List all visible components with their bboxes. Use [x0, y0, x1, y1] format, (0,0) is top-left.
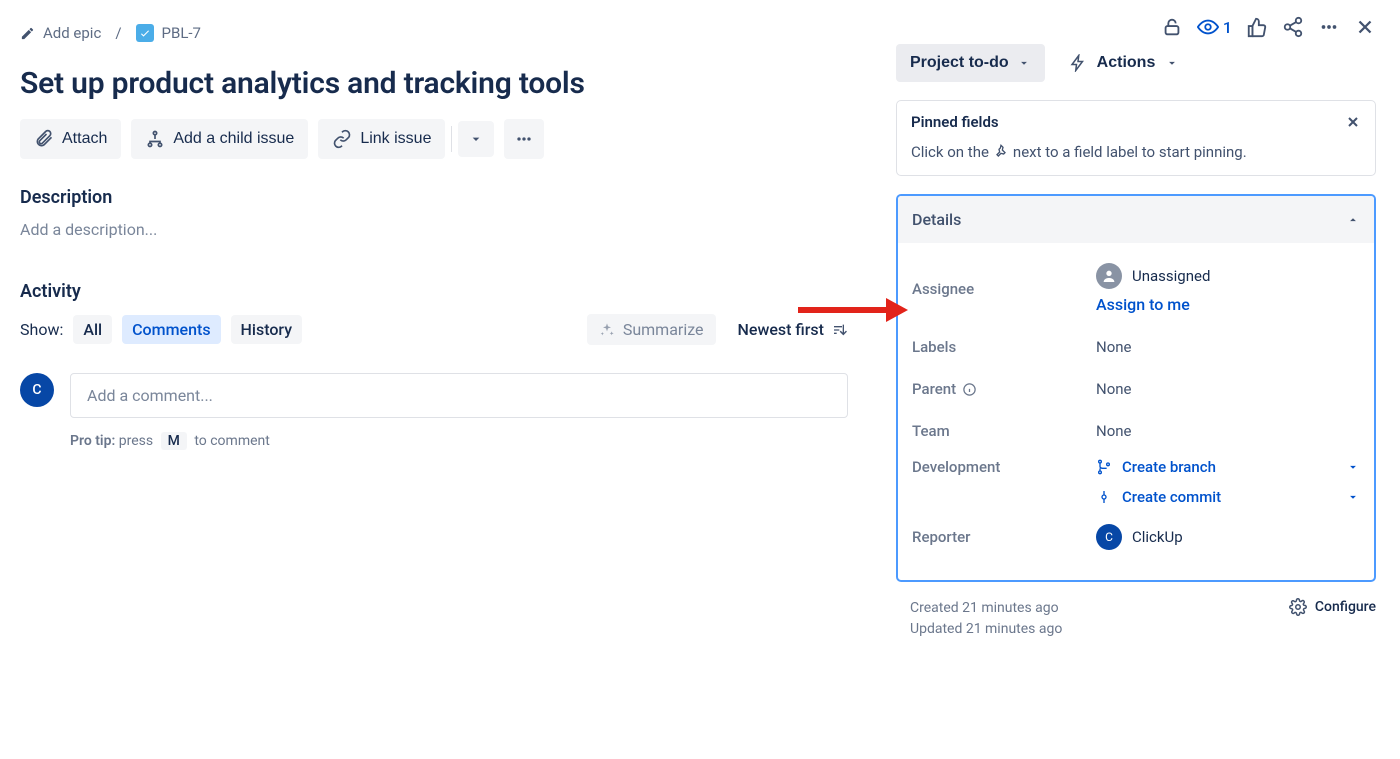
lightning-icon — [1069, 54, 1087, 72]
issue-title[interactable]: Set up product analytics and tracking to… — [20, 66, 848, 101]
chevron-down-icon — [1017, 56, 1031, 70]
link-issue-more-button[interactable] — [458, 121, 494, 157]
close-button[interactable] — [1354, 16, 1376, 38]
field-label-parent: Parent — [912, 380, 1096, 398]
info-icon — [962, 382, 977, 397]
add-epic-label: Add epic — [43, 24, 101, 42]
description-heading: Description — [20, 187, 848, 208]
child-issue-icon — [145, 129, 165, 149]
attach-button[interactable]: Attach — [20, 119, 121, 159]
field-label-team: Team — [912, 422, 1096, 440]
issue-key-label: PBL-7 — [162, 24, 201, 42]
commit-icon — [1096, 489, 1112, 505]
tab-history[interactable]: History — [231, 315, 303, 344]
breadcrumb-separator: / — [115, 24, 121, 42]
create-branch-more[interactable] — [1346, 460, 1360, 474]
gear-icon — [1289, 598, 1307, 616]
field-value-team[interactable]: None — [1096, 422, 1360, 440]
comment-protip: Pro tip: press M to comment — [70, 432, 848, 450]
description-input[interactable]: Add a description... — [20, 220, 848, 239]
pinned-fields-title: Pinned fields — [911, 113, 999, 131]
sort-toggle[interactable]: Newest first — [738, 320, 848, 339]
pinned-fields-close[interactable] — [1345, 114, 1361, 130]
activity-heading: Activity — [20, 281, 848, 302]
add-child-issue-button[interactable]: Add a child issue — [131, 119, 308, 159]
field-value-reporter[interactable]: C ClickUp — [1096, 524, 1360, 550]
kebab-icon — [514, 129, 534, 149]
link-icon — [332, 129, 352, 149]
field-label-assignee: Assignee — [912, 280, 1096, 298]
field-label-reporter: Reporter — [912, 528, 1096, 546]
configure-button[interactable]: Configure — [1289, 598, 1376, 616]
field-value-assignee[interactable]: Unassigned — [1096, 263, 1360, 289]
watch-count: 1 — [1223, 18, 1232, 37]
chevron-up-icon — [1346, 213, 1360, 227]
attachment-icon — [34, 129, 54, 149]
assign-to-me-link[interactable]: Assign to me — [1096, 295, 1360, 314]
link-issue-button[interactable]: Link issue — [318, 119, 445, 159]
create-branch-link[interactable]: Create branch — [1096, 458, 1216, 476]
issue-type-icon — [136, 24, 154, 42]
reporter-avatar: C — [1096, 524, 1122, 550]
updated-timestamp: Updated 21 minutes ago — [910, 619, 1062, 640]
chevron-down-icon — [468, 131, 484, 147]
unassigned-icon — [1096, 263, 1122, 289]
like-button[interactable] — [1246, 16, 1268, 38]
pencil-icon — [20, 26, 35, 41]
details-panel: Details Assignee Unassigned Assign to me — [896, 194, 1376, 582]
show-label: Show: — [20, 320, 63, 339]
status-dropdown[interactable]: Project to-do — [896, 44, 1045, 82]
more-button[interactable] — [1318, 16, 1340, 38]
actions-dropdown[interactable]: Actions — [1063, 53, 1186, 73]
create-commit-link[interactable]: Create commit — [1096, 488, 1221, 506]
toolbar-separator — [451, 126, 452, 152]
pin-icon — [993, 144, 1009, 160]
sort-desc-icon — [832, 322, 848, 338]
eye-icon — [1197, 16, 1219, 38]
field-label-labels: Labels — [912, 338, 1096, 356]
summarize-button[interactable]: Summarize — [587, 314, 716, 345]
more-actions-button[interactable] — [504, 119, 544, 159]
field-value-parent[interactable]: None — [1096, 380, 1360, 398]
issue-actions-toolbar: Attach Add a child issue Link issue — [20, 119, 848, 159]
create-commit-more[interactable] — [1346, 490, 1360, 504]
breadcrumb: Add epic / PBL-7 — [20, 24, 201, 42]
share-button[interactable] — [1282, 16, 1304, 38]
avatar: C — [20, 373, 54, 407]
tab-comments[interactable]: Comments — [122, 315, 220, 344]
field-label-development: Development — [912, 458, 1096, 476]
branch-icon — [1096, 459, 1112, 475]
watch-button[interactable]: 1 — [1197, 16, 1232, 38]
tab-all[interactable]: All — [73, 315, 112, 344]
field-value-labels[interactable]: None — [1096, 338, 1360, 356]
issue-key-link[interactable]: PBL-7 — [136, 24, 201, 42]
sparkle-icon — [599, 322, 615, 338]
lock-button[interactable] — [1161, 16, 1183, 38]
created-timestamp: Created 21 minutes ago — [910, 598, 1062, 619]
chevron-down-icon — [1165, 56, 1179, 70]
details-toggle[interactable]: Details — [898, 196, 1374, 243]
pinned-fields-panel: Pinned fields Click on the next to a fie… — [896, 100, 1376, 176]
add-epic-link[interactable]: Add epic — [20, 24, 101, 42]
comment-input[interactable]: Add a comment... — [70, 373, 848, 418]
